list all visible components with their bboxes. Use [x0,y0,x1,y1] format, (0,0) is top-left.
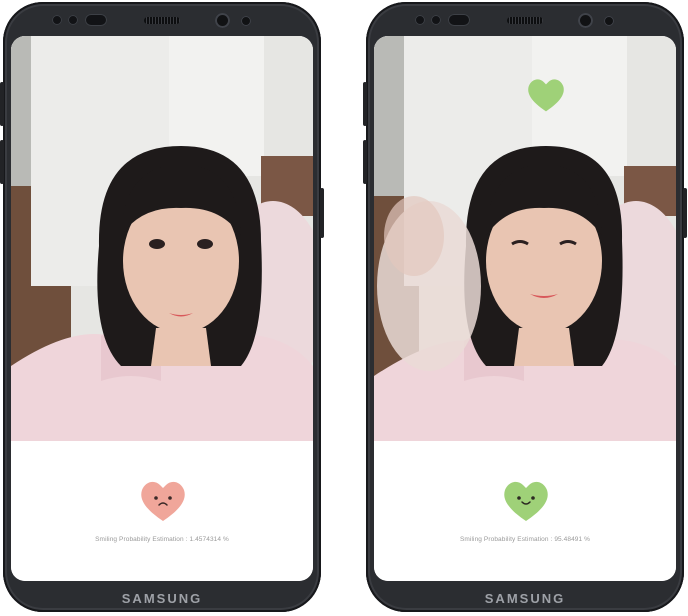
floating-heart-icon [528,79,564,112]
result-panel: Smiling Probability Estimation : 95.4849… [374,441,676,581]
floating-heart-shape [528,79,564,112]
volume-up-button[interactable] [363,82,367,126]
heart-shape [141,481,185,521]
phone-frame-right: Smiling Probability Estimation : 95.4849… [363,2,687,612]
heart-shape [504,481,548,521]
iris-scanner-icon [85,14,107,26]
phone-top-sensors [366,8,684,34]
sensor-icon [52,15,62,25]
brand-logo: SAMSUNG [484,591,566,606]
earpiece-speaker [507,17,543,24]
smile-probability-text: Smiling Probability Estimation : 95.4849… [459,536,591,543]
result-panel: Smiling Probability Estimation : 1.45743… [11,441,313,581]
phone-top-sensors [3,8,321,34]
sensor-icon [431,15,441,25]
brand-logo: SAMSUNG [121,591,203,606]
happy-heart-icon [504,481,548,521]
proximity-sensor-icon [604,16,614,26]
front-camera-icon [578,13,593,28]
iris-scanner-icon [448,14,470,26]
volume-up-button[interactable] [0,82,4,126]
sensor-icon [68,15,78,25]
app-screen-right: Smiling Probability Estimation : 95.4849… [374,36,676,581]
camera-preview [374,36,676,441]
power-button[interactable] [683,188,687,238]
earpiece-speaker [144,17,180,24]
sad-heart-icon [141,481,185,521]
proximity-sensor-icon [241,16,251,26]
sensor-icon [415,15,425,25]
front-camera-icon [215,13,230,28]
volume-down-button[interactable] [363,140,367,184]
phone-frame-left: Smiling Probability Estimation : 1.45743… [0,2,324,612]
volume-down-button[interactable] [0,140,4,184]
camera-preview [11,36,313,441]
smile-probability-text: Smiling Probability Estimation : 1.45743… [95,536,229,543]
power-button[interactable] [320,188,324,238]
app-screen-left: Smiling Probability Estimation : 1.45743… [11,36,313,581]
